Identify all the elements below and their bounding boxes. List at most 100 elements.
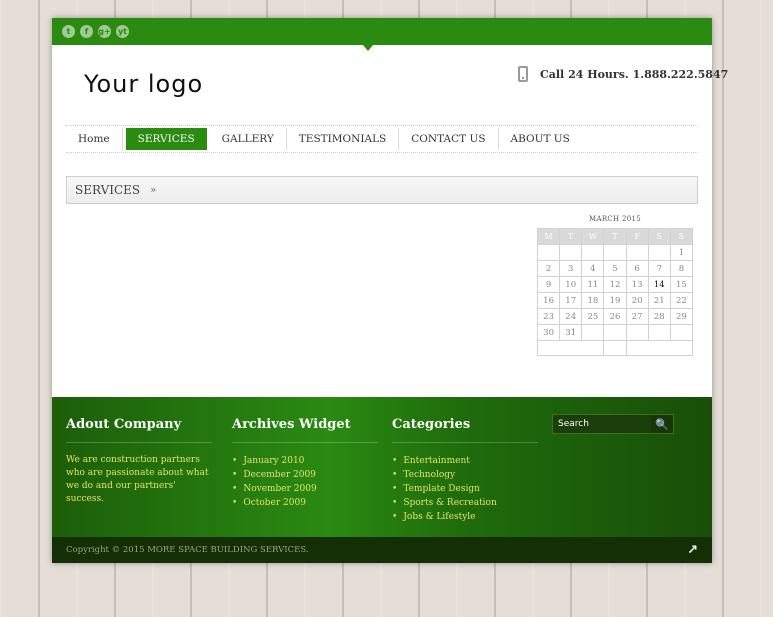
calendar-day[interactable]: 18 <box>581 292 605 309</box>
calendar-weekday: T <box>559 228 583 245</box>
calendar-empty-cell <box>581 324 605 341</box>
calendar-day[interactable]: 22 <box>669 292 694 309</box>
calendar-next[interactable] <box>625 340 694 356</box>
site-logo[interactable]: Your logo <box>84 70 203 98</box>
archives-list: January 2010December 2009November 2009Oc… <box>232 454 378 510</box>
calendar-weekday: T <box>603 228 627 245</box>
calendar-weekday: M <box>536 228 561 245</box>
calendar-empty-cell <box>603 244 627 261</box>
breadcrumb: SERVICES » <box>66 176 698 204</box>
calendar-day[interactable]: 27 <box>625 308 649 325</box>
copyright-bar: Copyright © 2015 MORE SPACE BUILDING SER… <box>52 537 712 563</box>
topbar-arrow <box>363 45 373 51</box>
calendar-day[interactable]: 23 <box>536 308 561 325</box>
calendar-day[interactable]: 31 <box>559 324 583 341</box>
archive-link[interactable]: October 2009 <box>232 496 378 510</box>
main-nav: Home SERVICES GALLERY TESTIMONIALS CONTA… <box>66 125 698 153</box>
footer-about-text: We are construction partners who are pas… <box>66 455 209 504</box>
calendar-weekday: S <box>669 228 694 245</box>
search-input[interactable]: Search <box>553 415 651 433</box>
calendar-week: 2345678 <box>536 260 694 277</box>
copyright-text: Copyright © 2015 MORE SPACE BUILDING SER… <box>66 545 309 555</box>
category-link[interactable]: Jobs & Lifestyle <box>392 510 538 524</box>
calendar-widget: MARCH 2015 MTWTFSS 1 2 3 4 5 6 7 8 9 10 11 12 13 14 15… <box>536 215 694 356</box>
nav-item-gallery[interactable]: GALLERY <box>210 128 287 150</box>
calendar-weekday: F <box>625 228 649 245</box>
nav-item-home[interactable]: Home <box>66 128 123 150</box>
footer-archives-title: Archives Widget <box>232 417 378 443</box>
calendar-day[interactable]: 17 <box>559 292 583 309</box>
calendar-day[interactable]: 1 <box>669 244 694 261</box>
calendar-day[interactable]: 29 <box>669 308 694 325</box>
calendar-day[interactable]: 8 <box>669 260 694 277</box>
calendar-day[interactable]: 26 <box>603 308 627 325</box>
calendar-week: 9 10 11 12 13 14 15 <box>536 276 694 293</box>
calendar-day[interactable]: 28 <box>647 308 671 325</box>
search-icon[interactable]: 🔍 <box>651 415 673 433</box>
calendar-day[interactable]: 3 <box>559 260 583 277</box>
nav-item-contact-us[interactable]: CONTACT US <box>399 128 499 150</box>
phone-number: Call 24 Hours. 1.888.222.5847 <box>540 68 729 81</box>
youtube-icon[interactable]: yt <box>116 25 129 38</box>
nav-item-testimonials[interactable]: TESTIMONIALS <box>287 128 400 150</box>
archive-link[interactable]: November 2009 <box>232 482 378 496</box>
breadcrumb-separator-icon: » <box>150 184 157 196</box>
calendar-prev[interactable] <box>536 340 605 356</box>
calendar-day[interactable]: 2 <box>536 260 561 277</box>
twitter-icon[interactable]: t <box>62 25 75 38</box>
calendar-empty-cell <box>581 244 605 261</box>
archive-link[interactable]: January 2010 <box>232 454 378 468</box>
calendar-day[interactable]: 12 <box>603 276 627 293</box>
calendar-weekday: S <box>647 228 671 245</box>
footer-search: Search 🔍 <box>552 414 674 434</box>
calendar-day[interactable]: 16 <box>536 292 561 309</box>
google-plus-icon[interactable]: g+ <box>98 25 111 38</box>
calendar-empty-cell <box>647 324 671 341</box>
calendar-day[interactable]: 14 <box>647 276 671 293</box>
footer-categories: Categories EntertainmentTechnologyTempla… <box>392 417 538 524</box>
calendar-day[interactable]: 13 <box>625 276 649 293</box>
calendar-day[interactable]: 11 <box>581 276 605 293</box>
calendar-day[interactable]: 25 <box>581 308 605 325</box>
calendar-day[interactable]: 15 <box>669 276 694 293</box>
nav-item-about-us[interactable]: ABOUT US <box>499 128 582 150</box>
calendar-table: MTWTFSS 1 2 3 4 5 6 7 8 9 10 11 12 13 14 15 16 17 18 19 20 2… <box>536 228 694 356</box>
calendar-day[interactable]: 5 <box>603 260 627 277</box>
category-link[interactable]: Sports & Recreation <box>392 496 538 510</box>
calendar-day[interactable]: 4 <box>581 260 605 277</box>
calendar-day[interactable]: 9 <box>536 276 561 293</box>
categories-list: EntertainmentTechnologyTemplate DesignSp… <box>392 454 538 524</box>
page: t f g+ yt Your logo Call 24 Hours. 1.888… <box>52 18 728 563</box>
calendar-empty-cell <box>536 244 561 261</box>
footer-about: Adout Company We are construction partne… <box>66 417 214 506</box>
archive-link[interactable]: December 2009 <box>232 468 378 482</box>
calendar-week: 23 24 25 26 27 28 29 <box>536 308 694 325</box>
calendar-week: 1 <box>536 244 694 261</box>
calendar-day[interactable]: 19 <box>603 292 627 309</box>
footer-archives: Archives Widget January 2010December 200… <box>232 417 378 510</box>
calendar-day[interactable]: 6 <box>625 260 649 277</box>
calendar-weekday: W <box>581 228 605 245</box>
calendar-pad <box>603 340 627 356</box>
calendar-empty-cell <box>559 244 583 261</box>
calendar-week: 30 31 <box>536 324 694 341</box>
calendar-empty-cell <box>603 324 627 341</box>
calendar-day[interactable]: 21 <box>647 292 671 309</box>
category-link[interactable]: Template Design <box>392 482 538 496</box>
footer: Adout Company We are construction partne… <box>52 397 712 537</box>
calendar-day[interactable]: 20 <box>625 292 649 309</box>
facebook-icon[interactable]: f <box>80 25 93 38</box>
calendar-empty-cell <box>625 244 649 261</box>
category-link[interactable]: Technology <box>392 468 538 482</box>
calendar-day[interactable]: 30 <box>536 324 561 341</box>
back-to-top-icon[interactable]: ↗ <box>687 543 698 558</box>
footer-categories-title: Categories <box>392 417 538 443</box>
calendar-day[interactable]: 7 <box>647 260 671 277</box>
calendar-day[interactable]: 10 <box>559 276 583 293</box>
category-link[interactable]: Entertainment <box>392 454 538 468</box>
calendar-week: 16 17 18 19 20 21 22 <box>536 292 694 309</box>
calendar-day[interactable]: 24 <box>559 308 583 325</box>
footer-about-title: Adout Company <box>66 417 212 443</box>
calendar-empty-cell <box>647 244 671 261</box>
nav-item-services[interactable]: SERVICES <box>125 128 207 150</box>
